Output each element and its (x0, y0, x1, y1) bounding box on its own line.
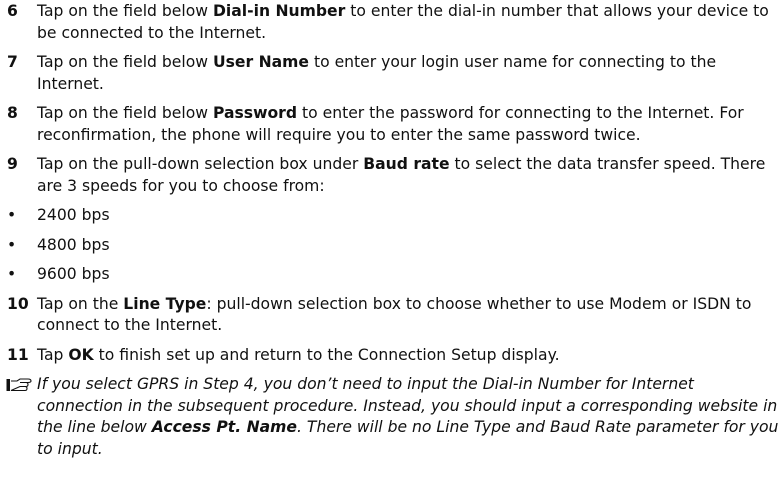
step-7: 7 Tap on the field below User Name to en… (0, 52, 780, 95)
step-number: 10 (7, 294, 29, 313)
bullet-icon: • (7, 235, 17, 254)
step-text: Tap on the pull-down selection box under (37, 155, 364, 173)
step-keyword: User Name (212, 53, 310, 71)
step-keyword: Password (212, 104, 298, 122)
note-line: connection in the subsequent procedure. … (37, 396, 778, 415)
step-keyword: Line Type (123, 294, 207, 313)
list-item: • 9600 bps (0, 264, 780, 286)
step-10: 10 Tap on the Line Type: pull-down selec… (0, 294, 780, 337)
step-6: 6 Tap on the field below Dial-in Number … (0, 1, 780, 44)
step-11: 11 Tap OK to finish set up and return to… (0, 345, 780, 367)
step-number: 6 (7, 2, 18, 20)
list-item: • 2400 bps (0, 205, 780, 227)
step-number: 9 (7, 155, 18, 173)
step-keyword: OK (68, 345, 94, 364)
step-text: to finish set up and return to the Conne… (93, 345, 560, 364)
step-text: Tap on the field below (37, 2, 213, 20)
note-text: the line below (37, 418, 152, 436)
note-hand-icon (6, 378, 32, 392)
bullet-text: 9600 bps (37, 265, 110, 283)
step-number: 7 (7, 53, 18, 71)
bullet-text: 4800 bps (37, 235, 110, 254)
step-keyword: Baud rate (363, 155, 450, 173)
step-text: Tap (37, 345, 69, 364)
bullet-icon: • (7, 265, 17, 283)
step-8: 8 Tap on the field below Password to ent… (0, 103, 780, 146)
step-9: 9 Tap on the pull-down selection box und… (0, 154, 780, 197)
step-text: Tap on the (37, 294, 124, 313)
step-text: Tap on the field below (37, 104, 213, 122)
note-line: to input. (37, 439, 103, 458)
step-text: Tap on the field below (37, 53, 213, 71)
step-number: 11 (7, 345, 29, 364)
bullet-icon: • (7, 206, 17, 224)
bullet-text: 2400 bps (37, 206, 110, 224)
list-item: • 4800 bps (0, 235, 780, 257)
note-paragraph: If you select GPRS in Step 4, you don’t … (0, 374, 780, 460)
step-keyword: Dial-in Number (212, 2, 346, 20)
manual-page: 6 Tap on the field below Dial-in Number … (0, 0, 780, 484)
note-line: the line below Access Pt. Name. There wi… (37, 417, 780, 439)
step-number: 8 (7, 104, 18, 122)
note-keyword: Access Pt. Name (151, 418, 298, 436)
note-line: If you select GPRS in Step 4, you don’t … (37, 375, 694, 393)
note-text: . There will be no Line Type and Baud Ra… (297, 418, 779, 436)
